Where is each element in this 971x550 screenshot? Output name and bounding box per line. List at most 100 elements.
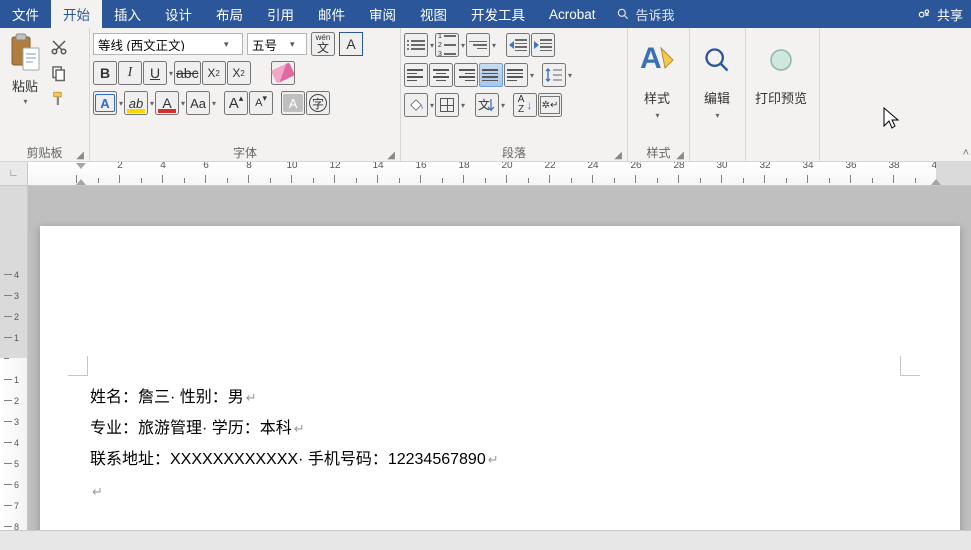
borders-dropdown[interactable]: ▾ bbox=[460, 101, 465, 110]
bullets-dropdown[interactable]: ▾ bbox=[429, 41, 434, 50]
tab-insert[interactable]: 插入 bbox=[102, 0, 153, 28]
horizontal-ruler[interactable]: ∟ 24681012141618202224262830323436384042… bbox=[0, 162, 971, 186]
paragraph-mark: ↵ bbox=[294, 421, 305, 436]
find-button[interactable]: 编辑 ▾ bbox=[693, 32, 741, 120]
font-name-input[interactable] bbox=[94, 37, 222, 51]
line-spacing-dropdown[interactable]: ▾ bbox=[567, 71, 572, 80]
change-case-dropdown[interactable]: ▾ bbox=[211, 99, 216, 108]
subscript-button[interactable]: X2 bbox=[202, 61, 226, 85]
tab-file[interactable]: 文件 bbox=[0, 0, 51, 28]
strikethrough-button[interactable]: abc bbox=[174, 61, 201, 85]
print-preview-button[interactable]: 打印预览 bbox=[749, 32, 813, 107]
show-marks-button[interactable]: ✲↵ bbox=[538, 93, 562, 117]
styles-launcher[interactable]: ◢ bbox=[676, 150, 684, 161]
cut-button[interactable] bbox=[47, 36, 71, 58]
phonetic-guide-button[interactable]: wén文 bbox=[311, 32, 335, 56]
align-right-button[interactable] bbox=[454, 63, 478, 87]
justify-dropdown[interactable]: ▾ bbox=[529, 71, 534, 80]
paragraph-launcher[interactable]: ◢ bbox=[614, 150, 622, 161]
tab-layout[interactable]: 布局 bbox=[204, 0, 255, 28]
text-direction-button[interactable]: 文 bbox=[475, 93, 499, 117]
tab-acrobat[interactable]: Acrobat bbox=[537, 0, 608, 28]
format-painter-button[interactable] bbox=[47, 88, 71, 110]
tab-home[interactable]: 开始 bbox=[51, 0, 102, 28]
justify-button[interactable] bbox=[479, 63, 503, 87]
font-color-dropdown[interactable]: ▾ bbox=[180, 99, 185, 108]
font-color-button[interactable]: A bbox=[155, 91, 179, 115]
styles-dropdown[interactable]: ▾ bbox=[654, 111, 659, 120]
hanging-indent-marker[interactable] bbox=[76, 179, 86, 185]
highlight-dropdown[interactable]: ▾ bbox=[149, 99, 154, 108]
document-body[interactable]: 姓名：詹三· 性别：男↵ 专业：旅游管理· 学历：本科↵ 联系地址：XXXXXX… bbox=[90, 382, 499, 507]
borders-button[interactable] bbox=[435, 93, 459, 117]
superscript-button[interactable]: X2 bbox=[227, 61, 251, 85]
align-right-icon bbox=[457, 69, 475, 81]
status-bar[interactable] bbox=[0, 530, 971, 550]
tab-design[interactable]: 设计 bbox=[153, 0, 204, 28]
highlight-button[interactable]: ab bbox=[124, 91, 148, 115]
page[interactable]: 姓名：詹三· 性别：男↵ 专业：旅游管理· 学历：本科↵ 联系地址：XXXXXX… bbox=[40, 226, 960, 530]
grow-font-button[interactable]: A▴ bbox=[224, 91, 248, 115]
numbering-dropdown[interactable]: ▾ bbox=[460, 41, 465, 50]
change-case-button[interactable]: Aa bbox=[186, 91, 210, 115]
shading-button[interactable] bbox=[404, 93, 428, 117]
tab-review[interactable]: 审阅 bbox=[357, 0, 408, 28]
italic-button[interactable]: I bbox=[118, 61, 142, 85]
text-line-4[interactable]: ↵ bbox=[90, 476, 499, 507]
first-line-indent-marker[interactable] bbox=[76, 163, 86, 169]
shrink-font-button[interactable]: A▾ bbox=[249, 91, 273, 115]
underline-dropdown[interactable]: ▾ bbox=[168, 69, 173, 78]
text-line-2[interactable]: 专业：旅游管理· 学历：本科↵ bbox=[90, 413, 499, 444]
font-size-input[interactable] bbox=[248, 37, 288, 51]
editing-dropdown[interactable]: ▾ bbox=[714, 111, 719, 120]
char-shading-button[interactable]: A bbox=[281, 91, 305, 115]
group-label-font: 字体 bbox=[233, 144, 257, 161]
multilevel-list-button[interactable] bbox=[466, 33, 490, 57]
bullets-button[interactable] bbox=[404, 33, 428, 57]
font-size-dropdown[interactable]: ▾ bbox=[288, 39, 297, 50]
tab-mailings[interactable]: 邮件 bbox=[306, 0, 357, 28]
enclose-char-icon: 字 bbox=[309, 94, 327, 112]
multilevel-dropdown[interactable]: ▾ bbox=[491, 41, 496, 50]
show-marks-icon: ✲↵ bbox=[540, 96, 560, 114]
align-center-button[interactable] bbox=[429, 63, 453, 87]
shading-dropdown[interactable]: ▾ bbox=[429, 101, 434, 110]
text-line-1[interactable]: 姓名：詹三· 性别：男↵ bbox=[90, 382, 499, 413]
share-button[interactable]: 共享 bbox=[909, 0, 971, 28]
clear-formatting-button[interactable] bbox=[271, 61, 295, 85]
increase-indent-button[interactable] bbox=[531, 33, 555, 57]
text-effects-dropdown[interactable]: ▾ bbox=[118, 99, 123, 108]
distribute-button[interactable] bbox=[504, 63, 528, 87]
align-left-button[interactable] bbox=[404, 63, 428, 87]
font-size-combo[interactable]: ▾ bbox=[247, 33, 307, 55]
vertical-ruler[interactable]: 432112345678 bbox=[0, 186, 28, 530]
copy-button[interactable] bbox=[47, 62, 71, 84]
styles-button[interactable]: A 样式 ▾ bbox=[631, 32, 683, 120]
numbering-button[interactable]: 123 bbox=[435, 33, 459, 57]
text-direction-dropdown[interactable]: ▾ bbox=[500, 101, 505, 110]
styles-label: 样式 bbox=[644, 88, 670, 107]
text-line-3[interactable]: 联系地址：XXXXXXXXXXXX· 手机号码：12234567890↵ bbox=[90, 444, 499, 475]
document-viewport[interactable]: 姓名：詹三· 性别：男↵ 专业：旅游管理· 学历：本科↵ 联系地址：XXXXXX… bbox=[28, 186, 971, 530]
decrease-indent-button[interactable] bbox=[506, 33, 530, 57]
bold-button[interactable]: B bbox=[93, 61, 117, 85]
line-spacing-button[interactable] bbox=[542, 63, 566, 87]
font-launcher[interactable]: ◢ bbox=[387, 150, 395, 161]
tell-me-search[interactable]: 告诉我 bbox=[608, 0, 683, 28]
char-border-button[interactable]: A bbox=[339, 32, 363, 56]
font-name-dropdown[interactable]: ▾ bbox=[222, 39, 231, 50]
sort-button[interactable]: AZ↓ bbox=[513, 93, 537, 117]
paste-button[interactable] bbox=[9, 32, 41, 72]
tab-selector[interactable]: ∟ bbox=[0, 162, 28, 185]
underline-button[interactable]: U bbox=[143, 61, 167, 85]
tab-view[interactable]: 视图 bbox=[408, 0, 459, 28]
tab-developer[interactable]: 开发工具 bbox=[459, 0, 537, 28]
share-label: 共享 bbox=[937, 5, 963, 24]
collapse-ribbon-button[interactable]: ˄ bbox=[963, 147, 969, 159]
clipboard-launcher[interactable]: ◢ bbox=[76, 150, 84, 161]
font-name-combo[interactable]: ▾ bbox=[93, 33, 243, 55]
paste-dropdown[interactable]: ▾ bbox=[22, 97, 27, 106]
enclose-char-button[interactable]: 字 bbox=[306, 91, 330, 115]
text-effects-button[interactable]: A bbox=[93, 91, 117, 115]
tab-references[interactable]: 引用 bbox=[255, 0, 306, 28]
